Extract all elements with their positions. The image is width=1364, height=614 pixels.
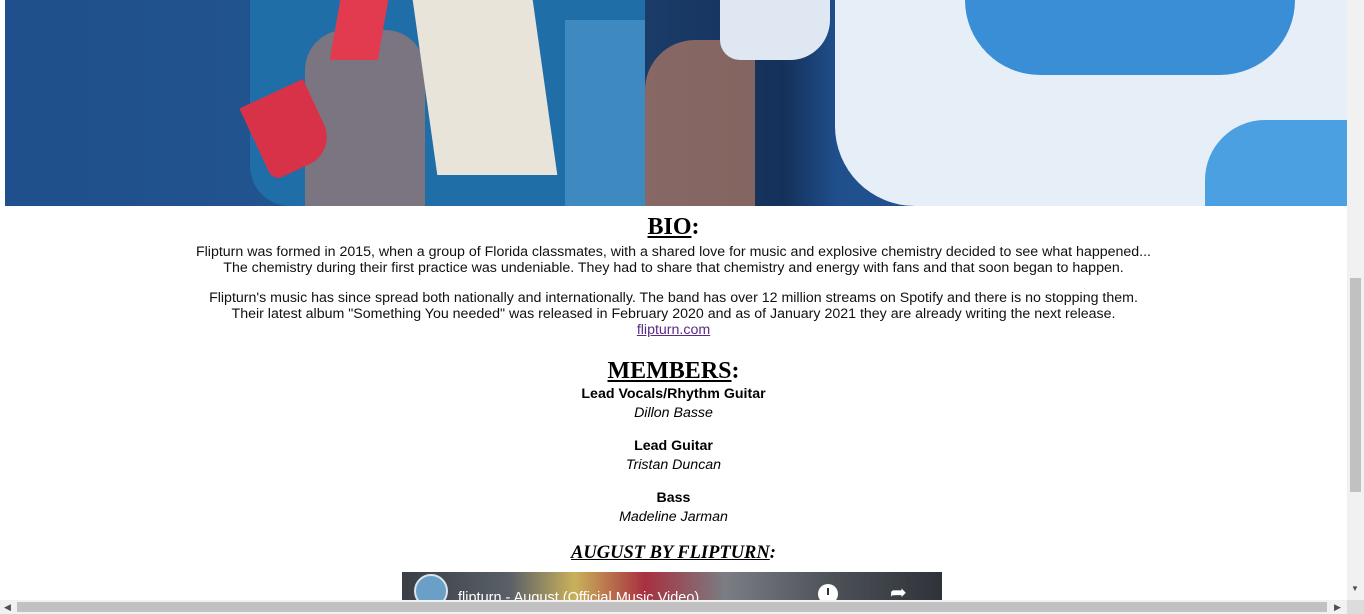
bio-paragraph-1: Flipturn was formed in 2015, when a grou… bbox=[0, 244, 1347, 276]
bio-paragraph-2-line-2: Their latest album "Something You needed… bbox=[231, 306, 1116, 322]
song-heading: AUGUST BY FLIPTURN: bbox=[0, 541, 1347, 565]
bio-paragraph-1-line-1: Flipturn was formed in 2015, when a grou… bbox=[195, 244, 1151, 260]
horizontal-scrollbar[interactable]: ◀ ▶ bbox=[0, 600, 1347, 614]
song-heading-colon: : bbox=[769, 543, 776, 563]
member-role: Bass bbox=[656, 490, 691, 506]
photo-shirt-blue-patch bbox=[965, 0, 1295, 75]
members-heading-colon: : bbox=[731, 358, 740, 384]
member-item: Lead Guitar Tristan Duncan bbox=[0, 437, 1347, 475]
vertical-scrollbar-thumb[interactable] bbox=[1350, 278, 1361, 492]
photo-shirt-blue-corner bbox=[1205, 120, 1347, 206]
video-embed[interactable]: flipturn - August (Official Music Video)… bbox=[402, 572, 942, 602]
photo-hand bbox=[645, 40, 755, 206]
website-link[interactable]: flipturn.com bbox=[637, 322, 710, 338]
members-heading: MEMBERS: bbox=[0, 356, 1347, 386]
share-icon[interactable]: ➦ bbox=[890, 582, 907, 602]
scrollbar-corner bbox=[1347, 600, 1364, 614]
main-content: BIO: Flipturn was formed in 2015, when a… bbox=[0, 206, 1347, 565]
horizontal-scrollbar-thumb[interactable] bbox=[17, 602, 1327, 612]
member-role: Lead Guitar bbox=[634, 438, 713, 454]
members-list: Lead Vocals/Rhythm Guitar Dillon Basse L… bbox=[0, 385, 1347, 527]
bio-heading-colon: : bbox=[691, 214, 700, 240]
member-item: Bass Madeline Jarman bbox=[0, 489, 1347, 527]
band-photo bbox=[5, 0, 1347, 206]
photo-cream-panel bbox=[412, 0, 558, 175]
member-name: Madeline Jarman bbox=[619, 509, 728, 525]
song-heading-text: AUGUST BY FLIPTURN bbox=[571, 543, 770, 563]
scroll-right-arrow-icon[interactable]: ▶ bbox=[1334, 602, 1341, 612]
member-name: Tristan Duncan bbox=[625, 457, 722, 473]
bio-paragraph-2-line-1: Flipturn's music has since spread both n… bbox=[209, 290, 1138, 306]
photo-shirt-fold bbox=[565, 20, 645, 206]
bio-paragraph-2: Flipturn's music has since spread both n… bbox=[0, 290, 1347, 338]
scroll-left-arrow-icon[interactable]: ◀ bbox=[4, 602, 11, 612]
bio-paragraph-1-line-2: The chemistry during their first practic… bbox=[223, 260, 1124, 276]
member-role: Lead Vocals/Rhythm Guitar bbox=[581, 386, 766, 402]
member-item: Lead Vocals/Rhythm Guitar Dillon Basse bbox=[0, 385, 1347, 423]
bio-heading-text: BIO bbox=[647, 214, 692, 240]
bio-heading: BIO: bbox=[0, 212, 1347, 242]
members-heading-text: MEMBERS bbox=[607, 358, 732, 384]
channel-avatar[interactable] bbox=[414, 574, 448, 602]
photo-sleeve-white bbox=[720, 0, 830, 60]
member-name: Dillon Basse bbox=[634, 405, 713, 421]
scroll-down-arrow-icon[interactable]: ▼ bbox=[1351, 585, 1359, 593]
vertical-scrollbar[interactable]: ▼ bbox=[1347, 0, 1364, 614]
